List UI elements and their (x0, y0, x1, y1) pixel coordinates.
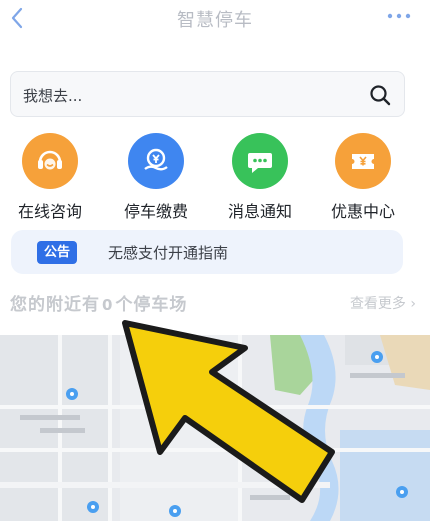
nearby-parking-heading: 您的附近有 0 个停车场 (10, 290, 187, 315)
header-bar: 智慧停车 (0, 0, 430, 40)
quick-action-message-notification[interactable]: 消息通知 (218, 133, 302, 223)
search-input[interactable]: 我想去... (10, 71, 405, 117)
search-placeholder: 我想去... (23, 87, 83, 105)
quick-action-discount-center[interactable]: 优惠中心 (321, 133, 405, 223)
headset-icon (22, 133, 78, 189)
map-canvas (0, 335, 430, 521)
quick-action-label: 消息通知 (227, 202, 292, 221)
see-more-label: 查看更多 (349, 296, 406, 312)
wallet-icon (128, 133, 184, 189)
quick-action-label: 停车缴费 (123, 202, 188, 221)
ticket-icon (335, 133, 391, 189)
nearby-prefix: 您的附近有 (10, 295, 100, 315)
quick-action-online-consult[interactable]: 在线咨询 (8, 133, 92, 223)
chat-bubble-icon (232, 133, 288, 189)
nearby-count: 0 (102, 296, 114, 314)
page-title: 智慧停车 (177, 10, 253, 31)
quick-action-label: 优惠中心 (330, 202, 395, 221)
announcement-text[interactable]: 无感支付开通指南 (108, 242, 228, 263)
see-more-link[interactable]: 查看更多 › (350, 293, 416, 313)
search-icon[interactable] (368, 83, 392, 107)
map-view[interactable] (0, 335, 430, 521)
announcement-bar[interactable]: 公告 无感支付开通指南 (11, 230, 403, 274)
more-options-icon[interactable] (386, 9, 412, 23)
chevron-right-icon: › (410, 296, 416, 312)
quick-action-parking-payment[interactable]: 停车缴费 (114, 133, 198, 223)
quick-action-label: 在线咨询 (17, 202, 82, 221)
announcement-badge: 公告 (37, 241, 78, 264)
nearby-suffix: 个停车场 (115, 295, 188, 315)
